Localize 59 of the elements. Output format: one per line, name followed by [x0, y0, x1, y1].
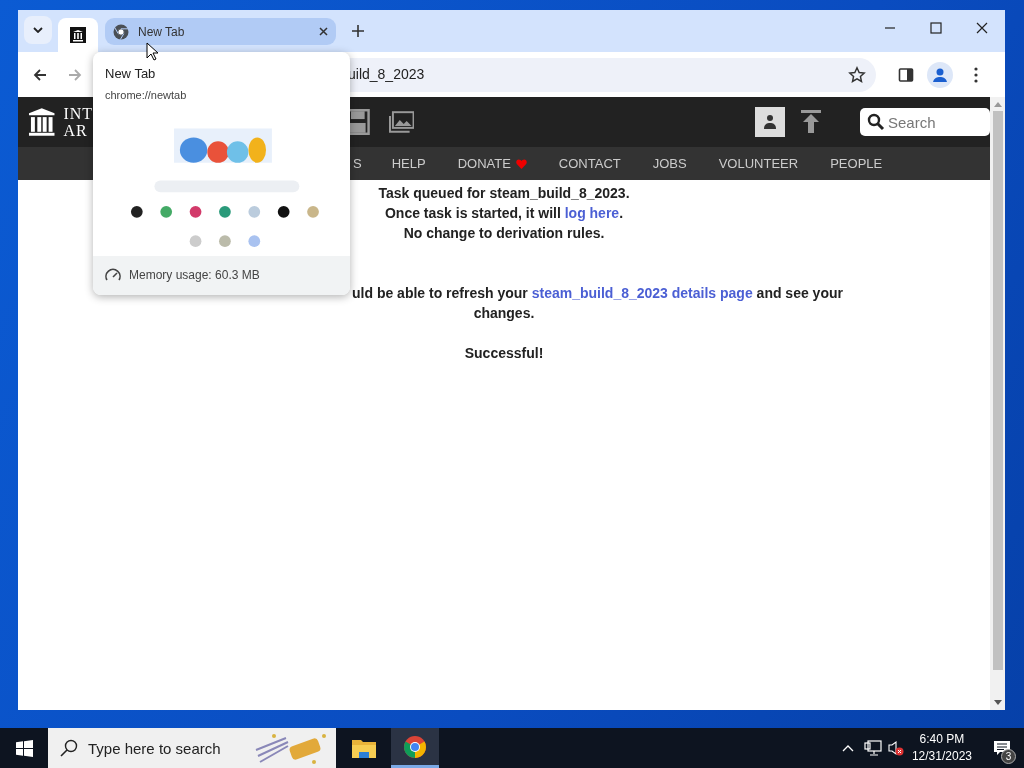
plus-icon	[352, 25, 364, 37]
nav-link[interactable]: VOLUNTEER	[718, 153, 799, 174]
chevron-down-icon	[33, 27, 43, 33]
link[interactable]: log here	[564, 205, 620, 221]
nav-link[interactable]: DONATE	[457, 153, 527, 174]
memory-usage-text: Memory usage: 60.3 MB	[129, 267, 260, 285]
close-tab-button[interactable]	[319, 27, 328, 36]
notifications-button[interactable]: 3	[980, 728, 1024, 768]
scrollbar[interactable]	[990, 97, 1005, 710]
address-text[interactable]: uild_8_2023	[348, 64, 425, 85]
close-icon	[319, 27, 328, 36]
message-text: Successful!	[464, 345, 544, 361]
nav-link[interactable]: JOBS	[652, 153, 687, 174]
browser-tab[interactable]: New Tab	[105, 18, 336, 45]
scroll-down-arrow-icon[interactable]	[993, 700, 1002, 706]
close-icon	[976, 22, 988, 34]
profile-button[interactable]	[927, 61, 953, 88]
person-icon	[762, 114, 777, 130]
network-icon[interactable]	[863, 740, 882, 756]
image-icon[interactable]	[388, 111, 415, 133]
windows-logo-icon	[15, 739, 33, 757]
chrome-button[interactable]	[391, 728, 439, 768]
back-arrow-icon	[32, 66, 48, 83]
muted-speaker-icon[interactable]	[887, 740, 904, 756]
message-text: Task queued for steam_build_8_2023.	[378, 185, 630, 201]
nav-link[interactable]: PEOPLE	[830, 153, 883, 174]
nav-link[interactable]: S	[353, 153, 362, 174]
clock[interactable]: 6:40 PM 12/31/2023	[911, 731, 972, 765]
link[interactable]: steam_build_8_2023 details page	[531, 285, 753, 301]
bookmark-star-icon[interactable]	[848, 65, 866, 84]
chrome-icon	[403, 734, 427, 759]
message-text: No change to derivation rules.	[403, 225, 605, 241]
upload-icon	[801, 110, 822, 134]
temple-logo-icon[interactable]	[28, 107, 56, 137]
nav-link[interactable]: HELP	[391, 153, 426, 174]
logo-text: AR	[63, 122, 89, 139]
forward-arrow-icon	[67, 66, 83, 83]
chevron-up-icon[interactable]	[841, 744, 854, 752]
search-field[interactable]: Search	[860, 108, 990, 136]
notification-count: 3	[1001, 749, 1016, 764]
temple-icon	[70, 27, 86, 43]
tab-title: New Tab	[138, 23, 186, 41]
nav-link[interactable]: CONTACT	[558, 153, 621, 174]
menu-icon	[974, 66, 978, 83]
search-icon	[60, 739, 78, 757]
card-title: New Tab	[105, 65, 157, 83]
chrome-icon	[113, 23, 129, 40]
side-panel-icon	[898, 66, 914, 83]
account-button[interactable]	[755, 107, 785, 137]
message-text: Once task is started, it will log here.	[384, 205, 624, 221]
logo-text: INT	[63, 105, 95, 122]
gauge-icon	[105, 268, 121, 283]
pinned-tab[interactable]	[58, 18, 98, 52]
message-text: uld be able to refresh your steam_build_8_2023 details page and see your	[352, 285, 843, 301]
tab-search-button[interactable]	[24, 16, 52, 44]
message-text: changes.	[473, 305, 535, 321]
taskbar-search-field[interactable]: Type here to search	[48, 728, 336, 768]
maximize-icon	[930, 22, 942, 34]
folder-icon	[352, 738, 376, 758]
